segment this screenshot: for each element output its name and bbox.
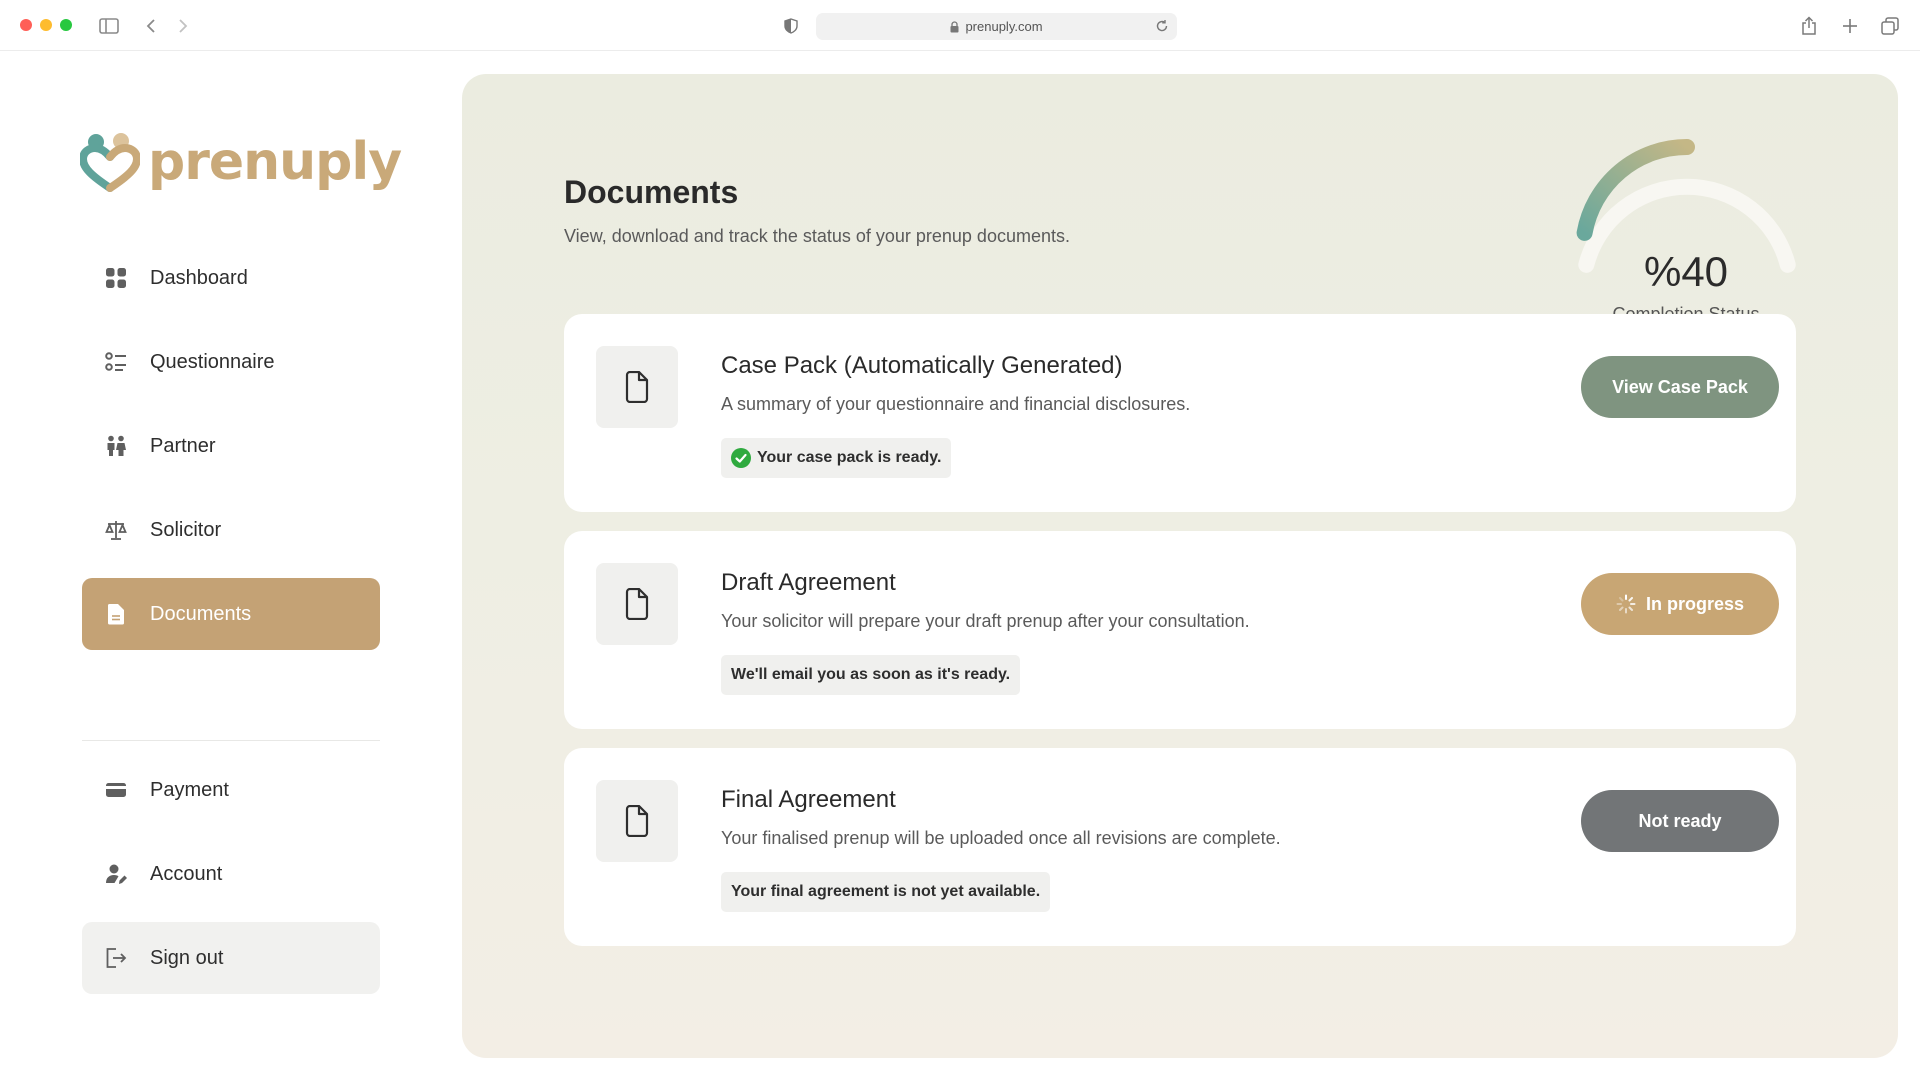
prenuply-logo[interactable]: prenuply (80, 132, 402, 192)
minimize-window-button[interactable] (40, 19, 52, 31)
sidebar-item-label: Solicitor (150, 518, 222, 541)
status-text: Your final agreement is not yet availabl… (731, 883, 1041, 900)
sidebar-item-documents[interactable]: Documents (82, 578, 380, 650)
file-icon (596, 563, 678, 645)
new-tab-icon[interactable] (1837, 13, 1863, 39)
button-label: View Case Pack (1612, 376, 1748, 397)
sidebar-divider (82, 740, 380, 741)
grid-icon (104, 266, 128, 290)
document-title: Final Agreement (721, 786, 896, 813)
sidebar-item-label: Dashboard (150, 266, 248, 289)
documents-panel: Documents View, download and track the s… (462, 74, 1898, 1058)
maximize-window-button[interactable] (60, 19, 72, 31)
status-badge: Your case pack is ready. (721, 438, 952, 478)
people-icon (104, 434, 128, 458)
close-window-button[interactable] (20, 19, 32, 31)
document-description: Your solicitor will prepare your draft p… (721, 611, 1250, 631)
reload-icon[interactable] (1155, 19, 1169, 33)
sidebar-toggle-icon[interactable] (96, 13, 122, 39)
sidebar-item-label: Questionnaire (150, 350, 275, 373)
window-controls (20, 19, 72, 31)
sidebar-item-payment[interactable]: Payment (82, 754, 380, 826)
in-progress-button[interactable]: In progress (1581, 573, 1779, 635)
address-bar[interactable]: prenuply.com (816, 13, 1177, 40)
not-ready-button[interactable]: Not ready (1581, 790, 1779, 852)
forward-icon[interactable] (170, 13, 196, 39)
sidebar-item-account[interactable]: Account (82, 838, 380, 910)
document-description: Your finalised prenup will be uploaded o… (721, 828, 1281, 848)
check-circle-icon (731, 448, 751, 468)
view-case-pack-button[interactable]: View Case Pack (1581, 356, 1779, 418)
sign-out-icon (104, 946, 128, 970)
list-icon (104, 350, 128, 374)
document-icon (104, 602, 128, 626)
status-badge: We'll email you as soon as it's ready. (721, 655, 1021, 695)
sidebar-item-label: Documents (150, 602, 252, 625)
tab-overview-icon[interactable] (1877, 13, 1903, 39)
page-title: Documents (564, 174, 739, 210)
button-label: Not ready (1638, 810, 1722, 831)
browser-toolbar: prenuply.com (0, 0, 1920, 51)
status-text: We'll email you as soon as it's ready. (731, 666, 1011, 683)
document-description: A summary of your questionnaire and fina… (721, 394, 1191, 414)
sidebar-item-label: Payment (150, 778, 229, 801)
document-card-draft-agreement: Draft Agreement Your solicitor will prep… (564, 531, 1796, 729)
lock-icon (950, 20, 959, 33)
sidebar-item-label: Partner (150, 434, 216, 457)
document-title: Case Pack (Automatically Generated) (721, 352, 1123, 379)
status-text: Your case pack is ready. (757, 449, 942, 466)
document-card-final-agreement: Final Agreement Your finalised prenup wi… (564, 748, 1796, 946)
logo-mark-icon (80, 133, 140, 192)
page-subtitle: View, download and track the status of y… (564, 226, 1070, 246)
user-edit-icon (104, 862, 128, 886)
completion-value: %40 (1643, 248, 1729, 295)
spinner-icon (1616, 594, 1636, 614)
sidebar-item-label: Sign out (150, 946, 224, 969)
scales-icon (104, 518, 128, 542)
sidebar-item-sign-out[interactable]: Sign out (82, 922, 380, 994)
share-icon[interactable] (1796, 13, 1822, 39)
privacy-shield-icon[interactable] (778, 13, 804, 39)
sidebar-item-dashboard[interactable]: Dashboard (82, 242, 380, 314)
back-icon[interactable] (138, 13, 164, 39)
document-card-case-pack: Case Pack (Automatically Generated) A su… (564, 314, 1796, 512)
status-badge: Your final agreement is not yet availabl… (721, 872, 1051, 912)
file-icon (596, 780, 678, 862)
document-title: Draft Agreement (721, 569, 896, 596)
file-icon (596, 346, 678, 428)
sidebar-item-partner[interactable]: Partner (82, 410, 380, 482)
credit-card-icon (104, 778, 128, 802)
address-url: prenuply.com (965, 19, 1043, 34)
sidebar-item-label: Account (150, 862, 223, 885)
button-label: In progress (1645, 593, 1745, 614)
sidebar-item-questionnaire[interactable]: Questionnaire (82, 326, 380, 398)
logo-text: prenuply (148, 132, 402, 192)
sidebar-item-solicitor[interactable]: Solicitor (82, 494, 380, 566)
